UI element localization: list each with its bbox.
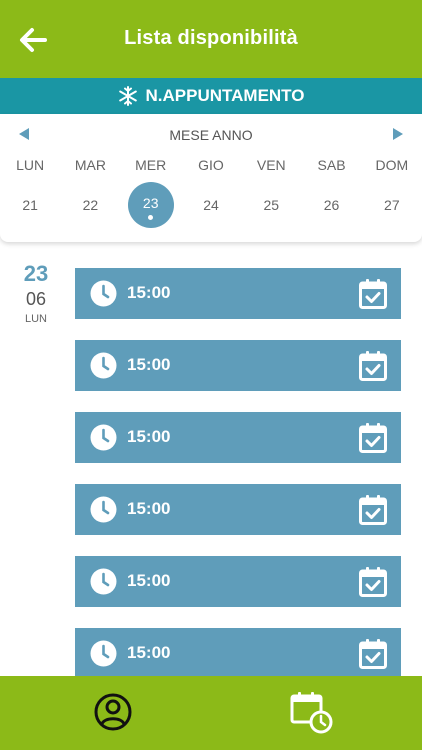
weekday-label: DOM	[375, 157, 409, 173]
selected-date-circle: 23	[127, 182, 174, 228]
appointment-banner: N.APPUNTAMENTO	[0, 78, 422, 114]
weekday-label: VEN	[256, 157, 286, 173]
page-title: Lista disponibilità	[124, 27, 298, 49]
app-header: Lista disponibilità	[0, 0, 422, 78]
weekday-label: SAB	[317, 157, 346, 173]
next-week-icon[interactable]	[392, 128, 404, 140]
snowflake-icon	[118, 86, 137, 106]
selected-day-number: 23	[23, 261, 49, 286]
time-slot[interactable]: 15:00	[75, 484, 401, 535]
selected-date-label: 23	[142, 195, 159, 211]
appointment-label: N.APPUNTAMENTO	[145, 86, 305, 105]
clock-icon	[90, 640, 117, 667]
calendar-clock-icon[interactable]	[289, 690, 335, 736]
date-row: 21 22 23 24 25 26 27	[0, 182, 422, 228]
time-slot[interactable]: 15:00	[75, 268, 401, 319]
calendar-check-icon[interactable]	[359, 351, 387, 381]
week-calendar: MESE ANNO LUN MAR MER GIO VEN SAB DOM 21…	[0, 114, 422, 242]
weekday-label: MAR	[74, 157, 106, 173]
calendar-check-icon[interactable]	[359, 495, 387, 525]
month-year-label: MESE ANNO	[169, 127, 253, 143]
time-slot[interactable]: 15:00	[75, 556, 401, 607]
weekday-label: LUN	[16, 157, 45, 173]
calendar-check-icon[interactable]	[359, 639, 387, 669]
time-slot-label: 15:00	[127, 643, 171, 662]
time-slot-label: 15:00	[127, 283, 171, 302]
time-slot-label: 15:00	[127, 499, 171, 518]
selected-day-column: 23 06 LUN	[14, 262, 58, 326]
calendar-check-icon[interactable]	[359, 567, 387, 597]
selected-day-month: 06	[25, 289, 47, 309]
date-cell[interactable]: 25	[241, 182, 301, 228]
date-cell[interactable]: 21	[0, 182, 60, 228]
profile-icon[interactable]	[93, 692, 133, 732]
date-cell[interactable]: 22	[60, 182, 120, 228]
time-slot-label: 15:00	[127, 355, 171, 374]
time-slot[interactable]: 15:00	[75, 340, 401, 391]
clock-icon	[90, 496, 117, 523]
clock-icon	[90, 568, 117, 595]
time-slot[interactable]: 15:00	[75, 628, 401, 679]
date-cell-selected[interactable]: 23	[121, 182, 181, 228]
time-slot-label: 15:00	[127, 427, 171, 446]
clock-icon	[90, 352, 117, 379]
bottom-nav-bar	[0, 676, 422, 750]
availability-dot	[148, 215, 154, 220]
clock-icon	[90, 280, 117, 307]
time-slot[interactable]: 15:00	[75, 412, 401, 463]
weekday-label: GIO	[198, 157, 224, 173]
date-cell[interactable]: 27	[362, 182, 422, 228]
weekday-label: MER	[135, 157, 167, 173]
date-cell[interactable]: 26	[301, 182, 361, 228]
clock-icon	[90, 424, 117, 451]
calendar-check-icon[interactable]	[359, 279, 387, 309]
date-cell[interactable]: 24	[181, 182, 241, 228]
selected-day-weekday: LUN	[24, 313, 47, 325]
calendar-check-icon[interactable]	[359, 423, 387, 453]
weekday-row: LUN MAR MER GIO VEN SAB DOM	[0, 157, 422, 173]
time-slot-label: 15:00	[127, 571, 171, 590]
